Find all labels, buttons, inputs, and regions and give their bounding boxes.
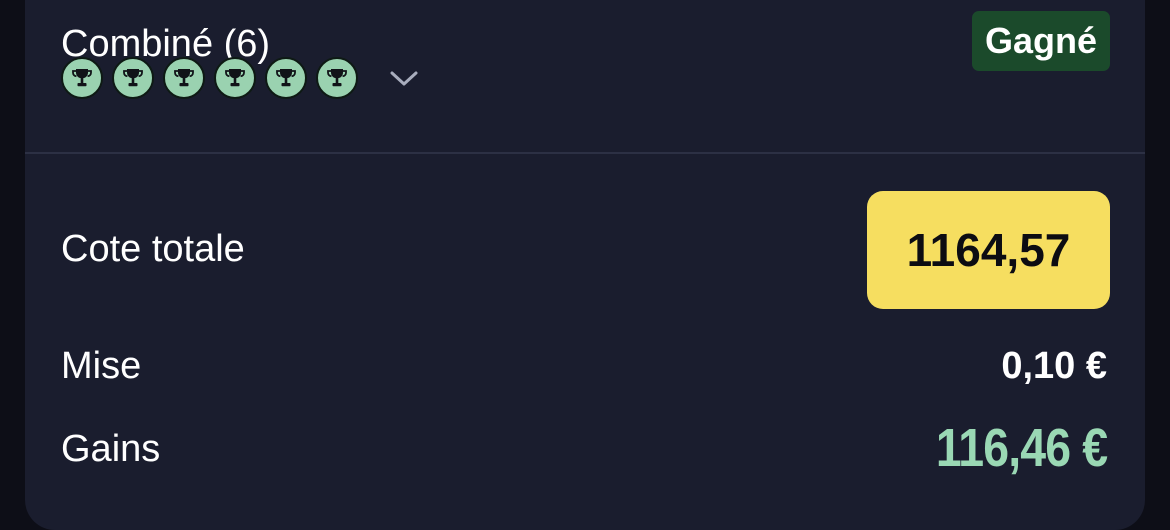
winnings-value: 116,46 € bbox=[935, 418, 1108, 478]
trophy-icon bbox=[61, 57, 103, 99]
trophy-icon bbox=[112, 57, 154, 99]
stake-label: Mise bbox=[61, 345, 142, 387]
selection-icons bbox=[61, 55, 421, 101]
odds-label: Cote totale bbox=[61, 228, 245, 270]
stake-value: 0,10 € bbox=[1001, 345, 1107, 387]
bet-card: Combiné (6) Gagné Cote totale 1164,57 Mi… bbox=[25, 0, 1145, 530]
trophy-icon bbox=[214, 57, 256, 99]
total-odds-box: 1164,57 bbox=[867, 191, 1110, 309]
trophy-icon bbox=[316, 57, 358, 99]
bet-header[interactable]: Combiné (6) Gagné bbox=[25, 0, 1145, 123]
chevron-down-icon[interactable] bbox=[387, 61, 421, 95]
trophy-icon bbox=[265, 57, 307, 99]
trophy-icon bbox=[163, 57, 205, 99]
winnings-label: Gains bbox=[61, 428, 161, 470]
status-badge: Gagné bbox=[971, 11, 1110, 71]
divider bbox=[25, 152, 1145, 154]
total-odds-value: 1164,57 bbox=[906, 224, 1071, 276]
